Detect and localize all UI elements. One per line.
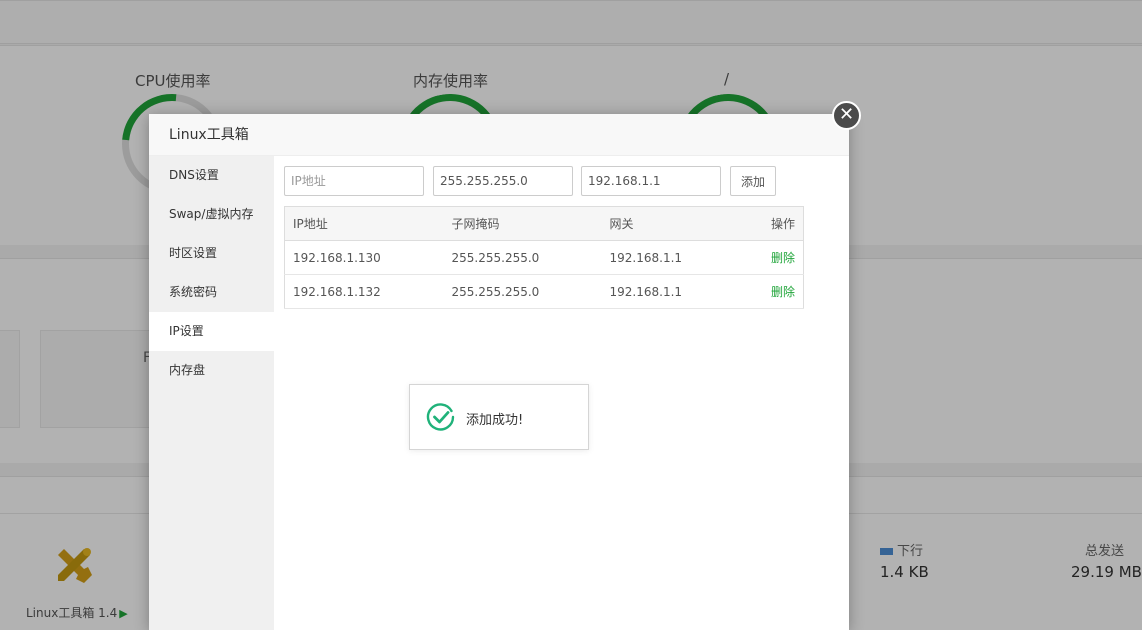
linux-toolbox-modal: Linux工具箱 DNS设置 Swap/虚拟内存 时区设置 系统密码 IP设置 … — [149, 114, 849, 630]
delete-link[interactable]: 删除 — [771, 251, 795, 265]
col-header-ip: IP地址 — [284, 206, 444, 241]
col-header-mask: 子网掩码 — [443, 206, 602, 241]
cell-ip: 192.168.1.130 — [284, 240, 444, 275]
ip-address-input[interactable] — [284, 166, 424, 196]
cell-gateway: 192.168.1.1 — [601, 274, 742, 309]
success-toast: 添加成功! — [409, 384, 589, 450]
table-row: 192.168.1.130 255.255.255.0 192.168.1.1 … — [284, 240, 804, 275]
ip-table: IP地址 子网掩码 网关 操作 192.168.1.130 255.255.25… — [284, 206, 804, 309]
cell-mask: 255.255.255.0 — [443, 274, 602, 309]
sidebar-item-timezone[interactable]: 时区设置 — [149, 234, 274, 273]
sidebar-item-swap[interactable]: Swap/虚拟内存 — [149, 195, 274, 234]
delete-link[interactable]: 删除 — [771, 285, 795, 299]
sidebar-item-ip[interactable]: IP设置 — [149, 312, 274, 351]
modal-title: Linux工具箱 — [149, 114, 849, 156]
gateway-input[interactable] — [581, 166, 721, 196]
cell-gateway: 192.168.1.1 — [601, 240, 742, 275]
subnet-mask-input[interactable] — [433, 166, 573, 196]
sidebar-item-password[interactable]: 系统密码 — [149, 273, 274, 312]
table-row: 192.168.1.132 255.255.255.0 192.168.1.1 … — [284, 274, 804, 309]
toast-message: 添加成功! — [466, 413, 524, 428]
close-icon[interactable]: ✕ — [832, 101, 861, 130]
col-header-action: 操作 — [741, 206, 804, 241]
sidebar-item-ramdisk[interactable]: 内存盘 — [149, 351, 274, 390]
cell-ip: 192.168.1.132 — [284, 274, 444, 309]
cell-mask: 255.255.255.0 — [443, 240, 602, 275]
cell-action: 删除 — [741, 240, 804, 275]
add-button[interactable]: 添加 — [730, 166, 776, 196]
sidebar-item-dns[interactable]: DNS设置 — [149, 156, 274, 195]
cell-action: 删除 — [741, 274, 804, 309]
check-circle-icon — [426, 403, 455, 431]
table-header-row: IP地址 子网掩码 网关 操作 — [284, 206, 804, 241]
modal-sidebar: DNS设置 Swap/虚拟内存 时区设置 系统密码 IP设置 内存盘 — [149, 156, 274, 630]
col-header-gateway: 网关 — [601, 206, 742, 241]
